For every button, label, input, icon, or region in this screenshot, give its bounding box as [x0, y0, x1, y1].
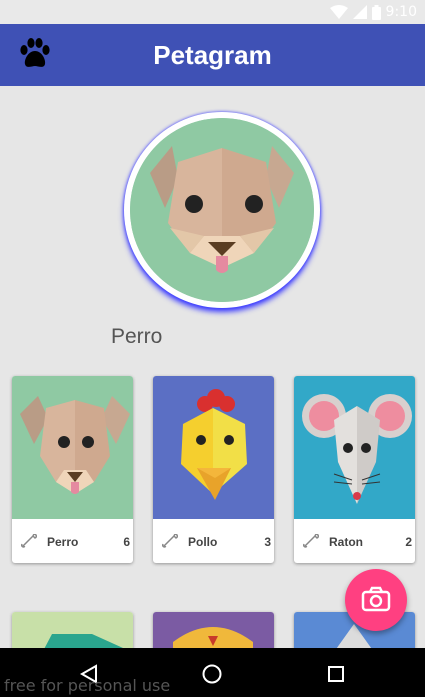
signal-icon [352, 5, 367, 19]
status-icons: 9:10 [329, 2, 417, 22]
card-footer: Pollo 3 [153, 519, 274, 563]
battery-icon [371, 4, 381, 20]
bone-icon[interactable] [162, 534, 178, 548]
bone-icon[interactable] [21, 534, 37, 548]
camera-button[interactable] [345, 569, 407, 631]
card-likes: 6 [123, 535, 130, 549]
pet-card-perro[interactable]: Perro 6 [12, 376, 133, 563]
status-time: 9:10 [385, 4, 417, 20]
chick-image [153, 376, 274, 519]
status-bar: 9:10 [0, 0, 425, 24]
pet-card-raton[interactable]: Raton 2 [294, 376, 415, 563]
app-toolbar: Petagram [0, 24, 425, 86]
card-name: Perro [47, 535, 79, 549]
card-footer: Perro 6 [12, 519, 133, 563]
card-name: Raton [329, 535, 363, 549]
bone-icon[interactable] [303, 534, 319, 548]
wifi-icon [329, 5, 348, 19]
card-name: Pollo [188, 535, 218, 549]
home-icon[interactable] [201, 663, 223, 685]
app-title: Petagram [153, 40, 272, 70]
recents-icon[interactable] [326, 664, 346, 684]
watermark-text: free for personal use [4, 676, 171, 695]
dog-avatar-image [130, 118, 314, 302]
card-footer: Raton 2 [294, 519, 415, 563]
camera-icon [361, 586, 391, 612]
dog-image [12, 376, 133, 519]
profile-avatar[interactable] [124, 112, 320, 308]
pet-card-pollo[interactable]: Pollo 3 [153, 376, 274, 563]
card-likes: 2 [405, 535, 412, 549]
profile-name: Perro [111, 325, 163, 348]
card-likes: 3 [264, 535, 271, 549]
mouse-image [294, 376, 415, 519]
